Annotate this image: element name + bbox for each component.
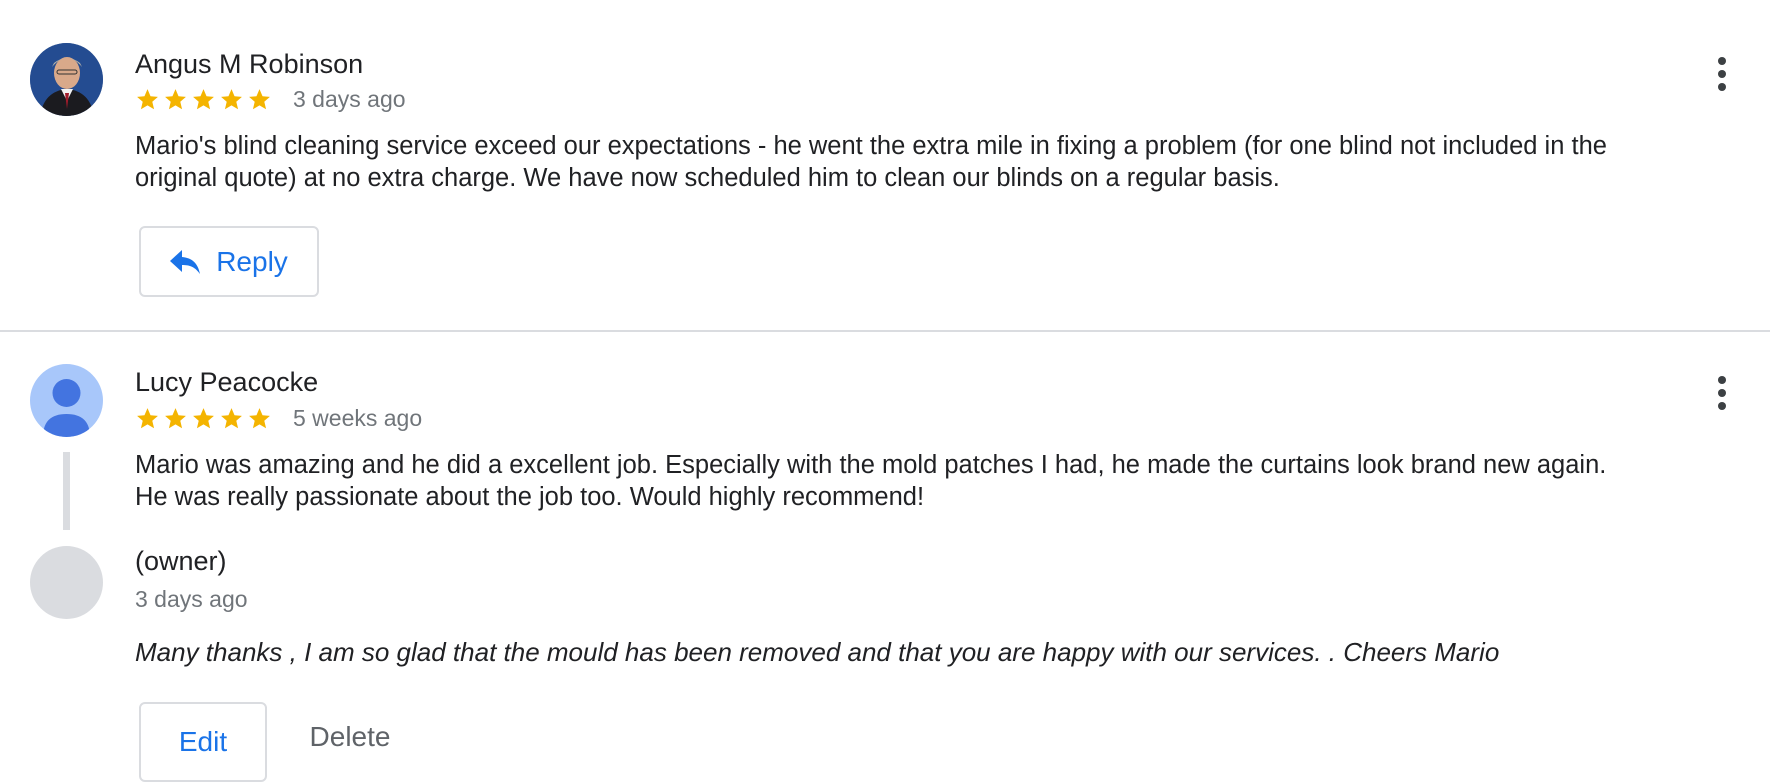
default-person-avatar-icon <box>30 364 103 437</box>
reply-thread-line <box>63 452 70 530</box>
reply-button-label: Reply <box>216 245 288 277</box>
delete-button[interactable]: Delete <box>290 702 410 772</box>
review-time: 3 days ago <box>293 86 406 112</box>
star-icon <box>165 89 186 110</box>
owner-reply-time: 3 days ago <box>135 586 248 612</box>
star-icon <box>221 89 242 110</box>
owner-avatar <box>30 546 103 619</box>
reviewer-avatar[interactable] <box>30 43 103 116</box>
star-icon <box>137 89 158 110</box>
reply-button[interactable]: Reply <box>139 226 319 297</box>
review-text: Mario's blind cleaning service exceed ou… <box>135 132 1607 192</box>
star-rating <box>135 406 272 431</box>
reviewer-name[interactable]: Angus M Robinson <box>135 49 363 80</box>
star-icon <box>249 408 270 429</box>
reviewer-name[interactable]: Lucy Peacocke <box>135 367 318 398</box>
reply-icon <box>170 249 201 274</box>
star-icon <box>249 89 270 110</box>
more-vert-icon[interactable] <box>1700 369 1744 417</box>
review-text: Mario was amazing and he did a excellent… <box>135 451 1607 511</box>
review-card: Angus M Robinson 3 days ago Mario's blin… <box>0 0 1770 330</box>
star-icon <box>137 408 158 429</box>
owner-reply-text: Many thanks , I am so glad that the moul… <box>135 637 1500 667</box>
more-vert-icon[interactable] <box>1700 50 1744 98</box>
owner-name: (owner) <box>135 546 227 576</box>
edit-button[interactable]: Edit <box>139 702 267 782</box>
star-rating <box>135 87 272 112</box>
star-icon <box>193 89 214 110</box>
review-time: 5 weeks ago <box>293 405 423 431</box>
review-card: Lucy Peacocke 5 weeks ago Mario was amaz… <box>0 331 1770 782</box>
star-icon <box>193 408 214 429</box>
star-icon <box>221 408 242 429</box>
reviewer-avatar[interactable] <box>30 364 103 437</box>
star-icon <box>165 408 186 429</box>
